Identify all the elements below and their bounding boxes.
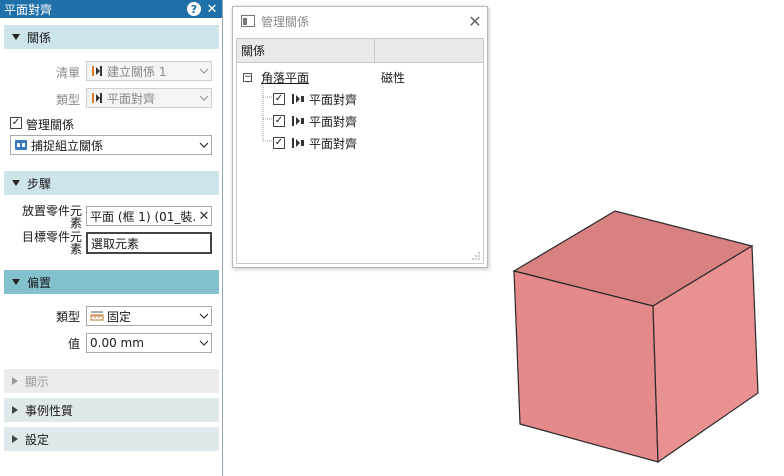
tree-root-row[interactable]: − 角落平面 磁性 [243,67,405,87]
column-header-relation[interactable]: 關係 [237,39,375,62]
panel-title: 平面對齊 [4,2,53,17]
manage-relations-dialog: 管理關係 ✕ 關係 − 角落平面 磁性 ✓ 平面對齊 ✓ 平面對齊 ✓ 平面對齊 [232,6,488,268]
section-settings-header[interactable]: 設定 [4,427,219,451]
tree-child-row[interactable]: ✓ 平面對齊 [273,89,357,109]
tree-child-label: 平面對齊 [309,136,358,151]
column-header-2[interactable] [375,39,483,62]
list-label: 清單 [55,66,80,80]
dialog-titlebar: 管理關係 ✕ [233,7,487,35]
property-panel: 平面對齊 ? ✕ 關係 清單 建立關係 1 類型 平面對齊 ✓ 管理關係 捕捉組… [0,0,223,476]
offset-type-label: 類型 [55,310,80,324]
tree-root-value: 磁性 [381,70,406,85]
section-offset-header[interactable]: 偏置 [4,270,219,294]
chevron-down-icon [197,313,211,319]
section-steps-header[interactable]: 步驟 [4,171,219,195]
tree-child-label: 平面對齊 [309,92,358,107]
3d-viewport[interactable] [489,0,784,476]
target-element-field[interactable]: 選取元素 [86,232,212,254]
plane-align-icon [292,94,304,104]
section-instance-header[interactable]: 事例性質 [4,398,219,422]
child-checkbox[interactable]: ✓ [273,115,285,127]
place-element-value: 平面 (框 1) (01_裝... [90,209,197,224]
section-settings-title: 設定 [25,432,50,447]
chevron-down-icon [197,68,211,74]
chevron-down-icon [197,142,211,148]
section-display-title: 顯示 [25,374,50,389]
panel-titlebar: 平面對齊 ? ✕ [0,0,222,18]
offset-value-label: 值 [67,337,80,351]
manage-relation-label: 管理關係 [26,118,75,132]
target-element-label: 目標零件元素 [21,230,82,256]
relations-grid: 關係 − 角落平面 磁性 ✓ 平面對齊 ✓ 平面對齊 ✓ 平面對齊 [236,38,484,264]
offset-type-combo[interactable]: 固定 [86,306,212,326]
collapse-triangle-icon [12,34,20,40]
dialog-title: 管理關係 [261,14,310,29]
type-combo: 平面對齊 [86,88,212,108]
collapse-triangle-icon [12,180,20,186]
collapse-minus-icon[interactable]: − [243,72,252,82]
assembly-capture-icon [15,140,27,150]
expand-triangle-icon [12,377,18,385]
capture-relation-value: 捕捉組立關係 [31,138,104,153]
question-icon[interactable]: ? [187,2,201,16]
cube-model[interactable] [489,0,784,476]
ruler-icon [90,311,104,321]
section-relation-title: 關係 [27,30,52,45]
tree-root-label: 角落平面 [261,70,310,85]
offset-value: 0.00 mm [90,336,144,350]
capture-relation-combo[interactable]: 捕捉組立關係 [10,135,212,155]
section-relation-header[interactable]: 關係 [4,25,219,49]
child-checkbox[interactable]: ✓ [273,137,285,149]
manage-relation-checkbox[interactable]: ✓ [10,117,22,129]
window-icon [241,15,255,27]
expand-triangle-icon [12,406,18,414]
place-element-field[interactable]: 平面 (框 1) (01_裝... ✕ [86,206,212,226]
resize-grip-icon[interactable] [471,251,481,261]
tree-child-row[interactable]: ✓ 平面對齊 [273,111,357,131]
plane-align-icon [292,138,304,148]
grid-header: 關係 [237,39,483,63]
plane-align-icon [92,93,102,103]
place-element-label: 放置零件元素 [21,204,82,230]
tree-child-row[interactable]: ✓ 平面對齊 [273,133,357,153]
clear-icon[interactable]: ✕ [197,209,211,224]
type-label: 類型 [55,93,80,107]
chevron-down-icon [197,95,211,101]
section-instance-title: 事例性質 [25,403,74,418]
section-offset-title: 偏置 [27,275,52,290]
child-checkbox[interactable]: ✓ [273,93,285,105]
expand-triangle-icon [12,435,18,443]
type-value: 平面對齊 [107,91,156,106]
section-display-header[interactable]: 顯示 [4,369,219,393]
close-icon[interactable]: ✕ [204,2,220,17]
collapse-triangle-icon [12,279,20,285]
section-steps-title: 步驟 [27,176,52,191]
plane-align-icon [292,116,304,126]
chevron-down-icon [197,340,211,346]
list-value: 建立關係 1 [107,64,167,79]
target-element-value: 選取元素 [91,236,140,251]
list-combo: 建立關係 1 [86,61,212,81]
offset-value-combo[interactable]: 0.00 mm [86,333,212,353]
close-icon[interactable]: ✕ [463,12,487,31]
relation-icon [92,66,102,76]
offset-type-value: 固定 [107,309,132,324]
tree-child-label: 平面對齊 [309,114,358,129]
